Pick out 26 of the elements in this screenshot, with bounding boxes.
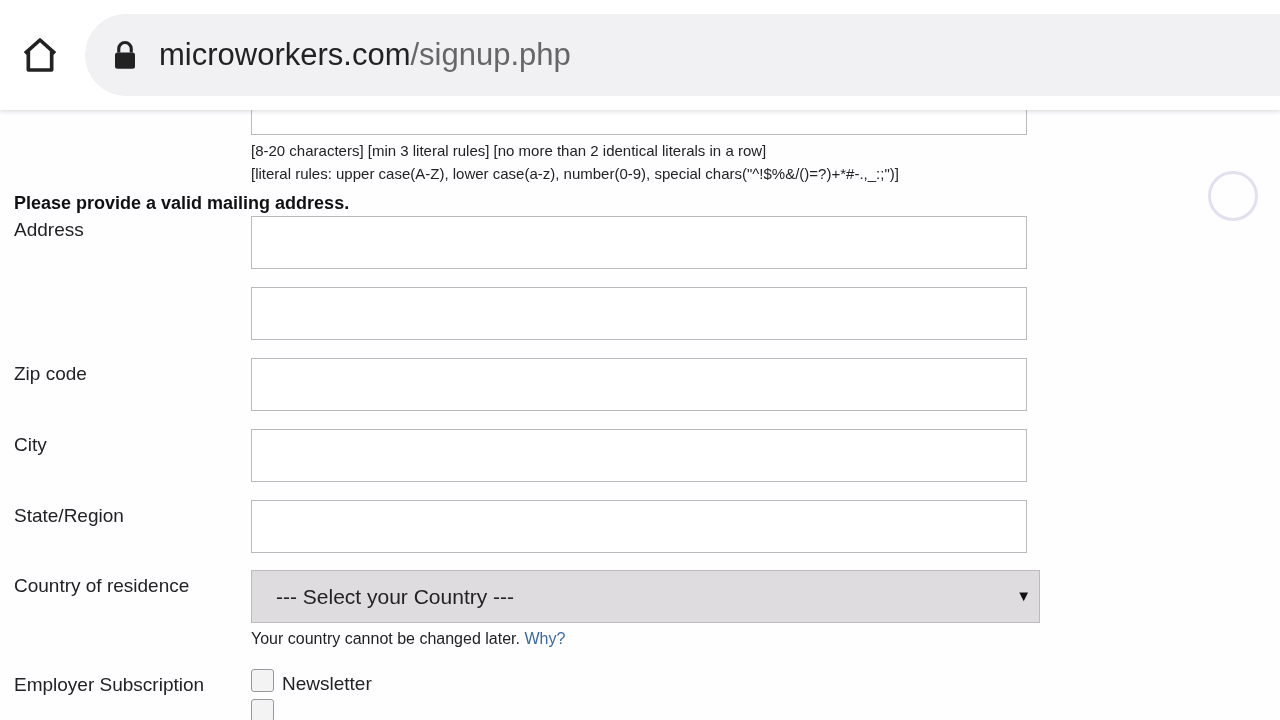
- field-label: Country of residence: [14, 575, 190, 596]
- text-field[interactable]: [251, 500, 1027, 553]
- loading-spinner: [1208, 171, 1258, 221]
- why-link[interactable]: Why?: [524, 630, 566, 647]
- checkbox[interactable]: [251, 698, 274, 720]
- password-field[interactable]: [251, 110, 1027, 135]
- text-field[interactable]: [251, 216, 1027, 269]
- section-heading: Please provide a valid mailing address.: [14, 192, 351, 214]
- lock-icon: [112, 40, 138, 70]
- checkbox-label: Newsletter: [282, 671, 372, 696]
- dropdown-arrow-icon: ▼: [1016, 585, 1031, 608]
- password-hint: [8-20 characters] [min 3 literal rules] [no more than 2 identical literals in a row]: [251, 141, 768, 161]
- field-label: Address: [14, 219, 84, 240]
- text-field[interactable]: [251, 429, 1027, 482]
- field-label: State/Region: [14, 505, 124, 526]
- text-field[interactable]: [251, 358, 1027, 411]
- address-bar[interactable]: microworkers.com/signup.php: [85, 14, 1280, 96]
- text-field[interactable]: [251, 287, 1027, 340]
- password-hint: [literal rules: upper case(A-Z), lower case(a-z), number(0-9), special chars("^!$%&/()=?)+*#-.,_:;")]: [251, 164, 900, 184]
- country-select[interactable]: --- Select your Country --- ▼: [251, 570, 1040, 623]
- field-label: City: [14, 434, 47, 455]
- field-label: Employer Subscription: [14, 674, 205, 695]
- country-note: Your country cannot be changed later.: [251, 630, 520, 647]
- checkbox[interactable]: [251, 668, 274, 692]
- field-label: Zip code: [14, 363, 87, 384]
- url-text: microworkers.com/signup.php: [159, 35, 571, 74]
